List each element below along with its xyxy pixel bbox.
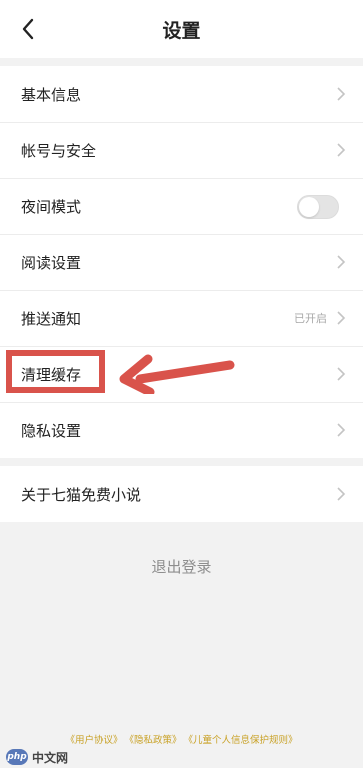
night-mode-toggle[interactable] [297,195,339,219]
watermark-text: 中文网 [32,750,69,765]
chevron-right-icon [337,423,346,437]
settings-group: 基本信息 帐号与安全 夜间模式 阅读设置 推送通知 已开启 清理缓存 隐私设置 [0,66,363,458]
settings-item-label: 基本信息 [21,85,82,104]
settings-item-basic-info[interactable]: 基本信息 [0,66,363,122]
chevron-right-icon [337,487,346,501]
settings-item-label: 清理缓存 [21,365,82,384]
settings-item-privacy[interactable]: 隐私设置 [0,402,363,458]
settings-item-label: 帐号与安全 [21,141,97,160]
chevron-right-icon [337,255,346,269]
settings-item-label: 夜间模式 [21,197,82,216]
settings-item-reading[interactable]: 阅读设置 [0,234,363,290]
toggle-knob [299,197,319,217]
chevron-right-icon [337,311,346,325]
settings-item-clear-cache[interactable]: 清理缓存 [0,346,363,402]
php-logo: php [6,749,28,765]
watermark: php 中文网 [6,748,68,766]
settings-item-label: 阅读设置 [21,253,82,272]
logout-button[interactable]: 退出登录 [0,548,363,584]
settings-item-label: 隐私设置 [21,421,82,440]
settings-item-about[interactable]: 关于七猫免费小说 [0,466,363,522]
page-title: 设置 [162,19,201,42]
back-button[interactable] [14,15,42,43]
privacy-policy-link[interactable]: 《隐私政策》 [124,732,181,750]
chevron-right-icon [337,87,346,101]
about-group: 关于七猫免费小说 [0,466,363,522]
child-privacy-link[interactable]: 《儿童个人信息保护规则》 [184,732,298,750]
settings-item-label: 推送通知 [21,309,82,328]
user-agreement-link[interactable]: 《用户协议》 [65,732,122,750]
chevron-left-icon [22,18,34,40]
chevron-right-icon [337,367,346,381]
settings-item-push-notification[interactable]: 推送通知 已开启 [0,290,363,346]
push-status-value: 已开启 [294,312,327,325]
chevron-right-icon [337,143,346,157]
settings-item-label: 关于七猫免费小说 [21,485,142,504]
settings-item-night-mode: 夜间模式 [0,178,363,234]
nav-header: 设置 [0,0,363,58]
settings-item-account-security[interactable]: 帐号与安全 [0,122,363,178]
